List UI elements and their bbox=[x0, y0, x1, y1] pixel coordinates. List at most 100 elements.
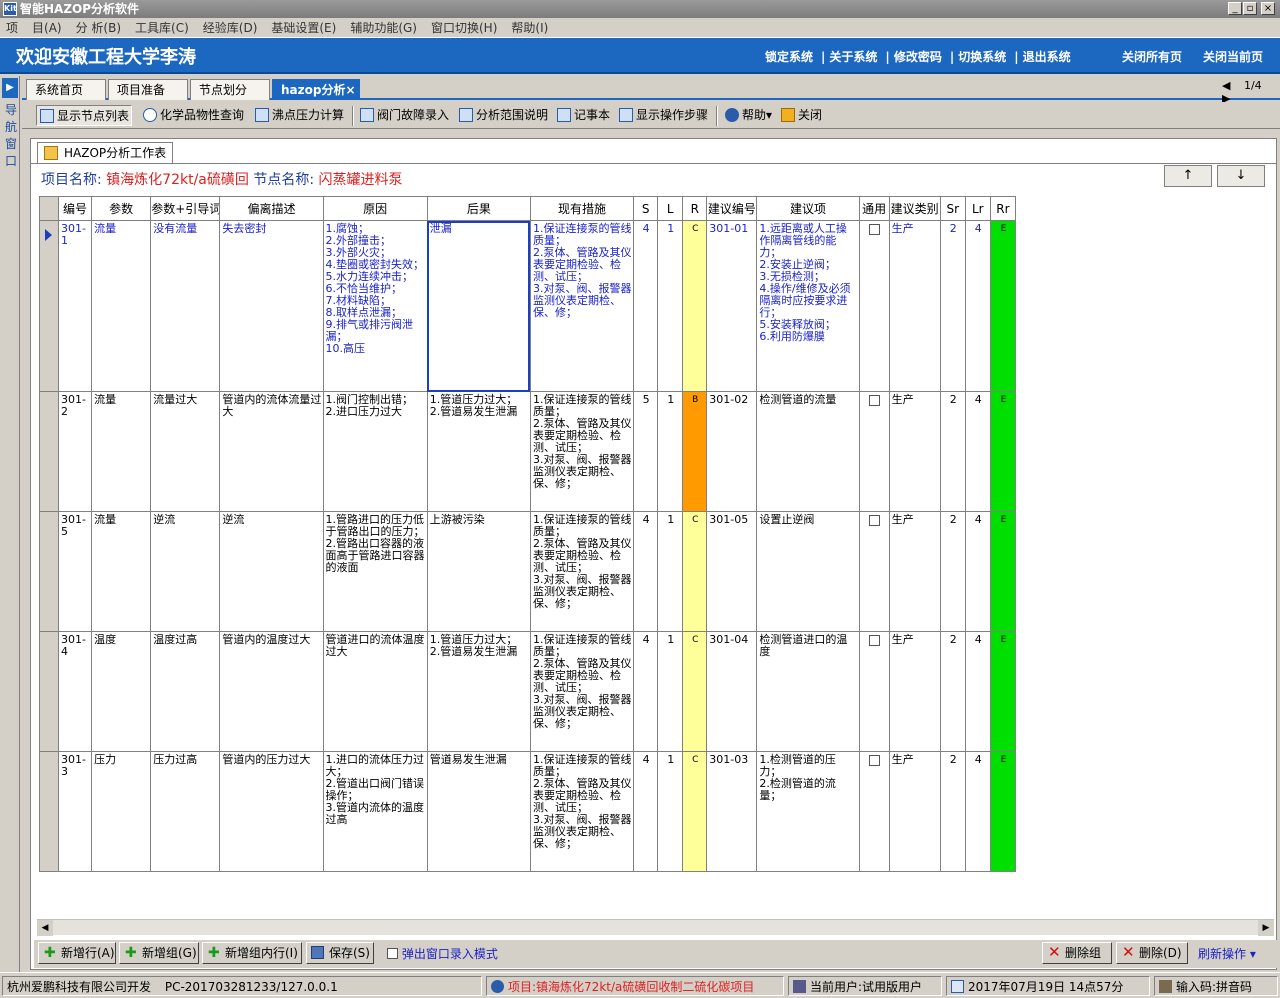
cell-consequence[interactable]: 上游被污染 bbox=[426, 511, 531, 632]
cell-param[interactable]: 压力 bbox=[91, 751, 152, 872]
general-checkbox-cell[interactable] bbox=[858, 391, 890, 512]
cell-cause[interactable]: 1.阀门控制出错； 2.进口压力过大 bbox=[322, 391, 428, 512]
cell-rec[interactable]: 1.远距离或人工操作隔离管线的能力； 2.安装止逆阀； 3.无损检测； 4.操作… bbox=[756, 220, 860, 392]
cell-guide[interactable]: 流量过大 bbox=[150, 391, 221, 512]
switch-system-link[interactable]: 切换系统 bbox=[958, 50, 1006, 64]
cell-category[interactable]: 生产 bbox=[888, 631, 941, 752]
cell-s[interactable]: 4 bbox=[633, 751, 659, 872]
row-selector[interactable] bbox=[38, 511, 60, 632]
cell-id[interactable]: 301-1 bbox=[58, 220, 93, 392]
general-checkbox[interactable] bbox=[868, 755, 880, 766]
cell-l[interactable]: 1 bbox=[657, 511, 684, 632]
move-up-button[interactable]: ↑ bbox=[1164, 165, 1212, 187]
close-window-button[interactable]: × bbox=[1261, 2, 1275, 15]
maximize-button[interactable]: ▫ bbox=[1243, 2, 1257, 15]
col-header[interactable]: Lr bbox=[964, 196, 991, 221]
cell-sr[interactable]: 2 bbox=[939, 751, 966, 872]
cell-lr[interactable]: 4 bbox=[964, 751, 991, 872]
cell-l[interactable]: 1 bbox=[657, 631, 684, 752]
cell-s[interactable]: 4 bbox=[633, 511, 659, 632]
close-current-page-link[interactable]: 关闭当前页 bbox=[1203, 48, 1263, 65]
cell-r[interactable]: C bbox=[682, 631, 708, 752]
cell-cause[interactable]: 1.进口的流体压力过大； 2.管道出口阀门错误操作； 3.管道内流体的温度过高 bbox=[322, 751, 428, 872]
row-selector[interactable] bbox=[38, 631, 60, 752]
cell-param[interactable]: 流量 bbox=[91, 511, 152, 632]
boiling-pressure-button[interactable]: 沸点压力计算 bbox=[252, 105, 344, 126]
cell-rec[interactable]: 检测管道进口的温度 bbox=[756, 631, 860, 752]
menu-item[interactable]: 基础设置(E) bbox=[265, 18, 344, 38]
general-checkbox-cell[interactable] bbox=[858, 751, 890, 872]
table-row[interactable]: 301-4 温度 温度过高 管道内的温度过大 管道进口的流体温度过大 1.管道压力过大； … bbox=[38, 631, 1017, 752]
show-steps-button[interactable]: 显示操作步骤 bbox=[616, 105, 708, 126]
menu-item[interactable]: 工具库(C) bbox=[129, 18, 197, 38]
cell-deviation[interactable]: 逆流 bbox=[219, 511, 324, 632]
cell-param[interactable]: 流量 bbox=[91, 391, 152, 512]
cell-param[interactable]: 流量 bbox=[91, 220, 152, 392]
general-checkbox-cell[interactable] bbox=[858, 631, 890, 752]
cell-r[interactable]: B bbox=[682, 391, 708, 512]
menu-item[interactable]: 辅助功能(G) bbox=[344, 18, 425, 38]
col-header[interactable]: 建议类别 bbox=[888, 196, 941, 221]
tab-home[interactable]: 系统首页 bbox=[26, 79, 106, 100]
cell-rr[interactable]: E bbox=[989, 751, 1017, 872]
cell-rec[interactable]: 检测管道的流量 bbox=[756, 391, 860, 512]
delete-group-button[interactable]: ✕ 删除组 bbox=[1042, 942, 1112, 964]
help-button[interactable]: 帮助▾ bbox=[722, 105, 772, 126]
cell-guide[interactable]: 没有流量 bbox=[150, 220, 221, 392]
cell-lr[interactable]: 4 bbox=[964, 220, 991, 392]
cell-s[interactable]: 4 bbox=[633, 220, 659, 392]
tab-project-prep[interactable]: 项目准备 bbox=[108, 79, 188, 100]
col-header[interactable]: 参数+引导词 bbox=[150, 196, 221, 221]
cell-rr[interactable]: E bbox=[989, 220, 1017, 392]
cell-rr[interactable]: E bbox=[989, 631, 1017, 752]
cell-rr[interactable]: E bbox=[989, 511, 1017, 632]
menu-item[interactable]: 目(A) bbox=[26, 18, 70, 38]
cell-deviation[interactable]: 管道内的流体流量过大 bbox=[219, 391, 324, 512]
show-node-list-button[interactable]: 显示节点列表 bbox=[36, 105, 132, 126]
tab-node-division[interactable]: 节点划分 bbox=[190, 79, 270, 100]
cell-deviation[interactable]: 管道内的温度过大 bbox=[219, 631, 324, 752]
general-checkbox[interactable] bbox=[868, 515, 880, 526]
col-header[interactable]: L bbox=[657, 196, 684, 221]
cell-r[interactable]: C bbox=[682, 220, 708, 392]
cell-category[interactable]: 生产 bbox=[888, 751, 941, 872]
cell-measures[interactable]: 1.保证连接泵的管线质量； 2.泵体、管路及其仪表要定期检验、检测、试压； 3.… bbox=[529, 220, 635, 392]
cell-id[interactable]: 301-5 bbox=[58, 511, 93, 632]
scroll-right-icon[interactable]: ▶ bbox=[1258, 920, 1274, 936]
cell-s[interactable]: 4 bbox=[633, 631, 659, 752]
cell-rec-id[interactable]: 301-04 bbox=[706, 631, 758, 752]
add-row-button[interactable]: ✚ 新增行(A) bbox=[38, 942, 116, 964]
delete-button[interactable]: ✕ 删除(D) bbox=[1116, 942, 1188, 964]
minimize-button[interactable]: _ bbox=[1228, 2, 1242, 15]
chemical-query-button[interactable]: 化学品物性查询 bbox=[140, 105, 244, 126]
cell-rec-id[interactable]: 301-01 bbox=[706, 220, 758, 392]
cell-guide[interactable]: 压力过高 bbox=[150, 751, 221, 872]
col-header[interactable]: 现有措施 bbox=[529, 196, 635, 221]
cell-r[interactable]: C bbox=[682, 751, 708, 872]
popup-mode-option[interactable]: 弹出窗口录入模式 bbox=[387, 945, 498, 962]
cell-id[interactable]: 301-2 bbox=[58, 391, 93, 512]
cell-rec-id[interactable]: 301-02 bbox=[706, 391, 758, 512]
menu-item[interactable]: 经验库(D) bbox=[197, 18, 266, 38]
cell-deviation[interactable]: 失去密封 bbox=[219, 220, 324, 392]
row-selector-header[interactable] bbox=[38, 196, 60, 221]
cell-category[interactable]: 生产 bbox=[888, 511, 941, 632]
col-header[interactable]: R bbox=[682, 196, 708, 221]
menu-item[interactable]: 分 析(B) bbox=[70, 18, 129, 38]
col-header[interactable]: 原因 bbox=[322, 196, 428, 221]
cell-lr[interactable]: 4 bbox=[964, 511, 991, 632]
cell-id[interactable]: 301-3 bbox=[58, 751, 93, 872]
cell-rec[interactable]: 1.检测管道的压力； 2.检测管道的流量； bbox=[756, 751, 860, 872]
cell-rr[interactable]: E bbox=[989, 391, 1017, 512]
col-header[interactable]: 建议项 bbox=[756, 196, 860, 221]
row-selector[interactable] bbox=[38, 220, 60, 392]
cell-rec-id[interactable]: 301-05 bbox=[706, 511, 758, 632]
cell-sr[interactable]: 2 bbox=[939, 220, 966, 392]
cell-s[interactable]: 5 bbox=[633, 391, 659, 512]
move-down-button[interactable]: ↓ bbox=[1217, 165, 1265, 187]
table-row[interactable]: 301-2 流量 流量过大 管道内的流体流量过大 1.阀门控制出错； 2.进口压力过大 1… bbox=[38, 391, 1017, 512]
cell-sr[interactable]: 2 bbox=[939, 511, 966, 632]
valve-fault-entry-button[interactable]: 阀门故障录入 bbox=[357, 105, 449, 126]
col-header[interactable]: 通用 bbox=[858, 196, 890, 221]
general-checkbox[interactable] bbox=[868, 635, 880, 646]
